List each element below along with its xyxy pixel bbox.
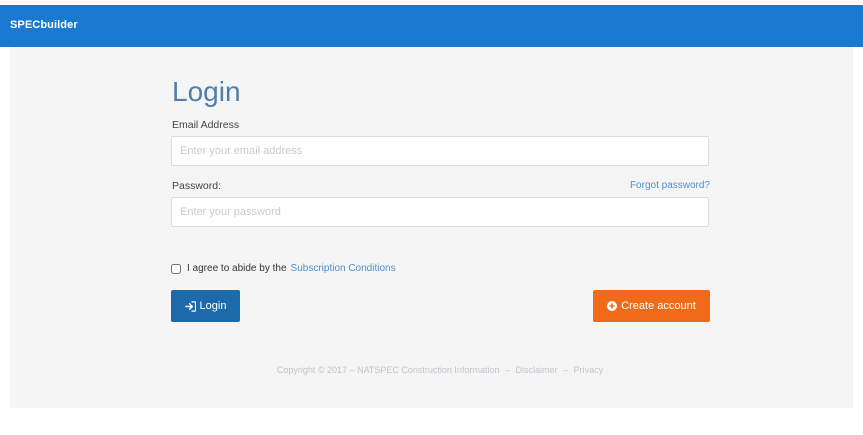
- email-field[interactable]: [171, 136, 709, 166]
- brand-logo[interactable]: SPECbuilder: [10, 19, 78, 31]
- create-account-button-label: Create account: [621, 300, 696, 312]
- login-button-label: Login: [199, 300, 227, 312]
- footer-separator: –: [563, 365, 569, 375]
- footer-copyright: Copyright © 2017 – NATSPEC Construction …: [276, 365, 500, 375]
- agree-terms-text: I agree to abide by the: [187, 263, 287, 274]
- subscription-conditions-link[interactable]: Subscription Conditions: [291, 263, 396, 274]
- forgot-password-link[interactable]: Forgot password?: [630, 180, 710, 191]
- create-account-button[interactable]: Create account: [593, 290, 710, 322]
- footer-privacy-link[interactable]: Privacy: [574, 365, 604, 375]
- sign-in-icon: [184, 300, 196, 312]
- top-nav-bar: SPECbuilder: [0, 5, 863, 47]
- footer-disclaimer-link[interactable]: Disclaimer: [516, 365, 558, 375]
- email-label: Email Address: [172, 119, 240, 131]
- password-label: Password:: [172, 180, 222, 192]
- page-title: Login: [172, 76, 241, 107]
- footer-separator: –: [504, 365, 510, 375]
- agree-terms-row: I agree to abide by the Subscription Con…: [171, 263, 396, 274]
- plus-circle-icon: [607, 301, 618, 311]
- password-field[interactable]: [171, 197, 709, 227]
- login-button[interactable]: Login: [171, 290, 240, 322]
- agree-terms-checkbox[interactable]: [171, 263, 181, 274]
- main-content: [10, 47, 853, 408]
- footer: Copyright © 2017 – NATSPEC Construction …: [171, 365, 709, 375]
